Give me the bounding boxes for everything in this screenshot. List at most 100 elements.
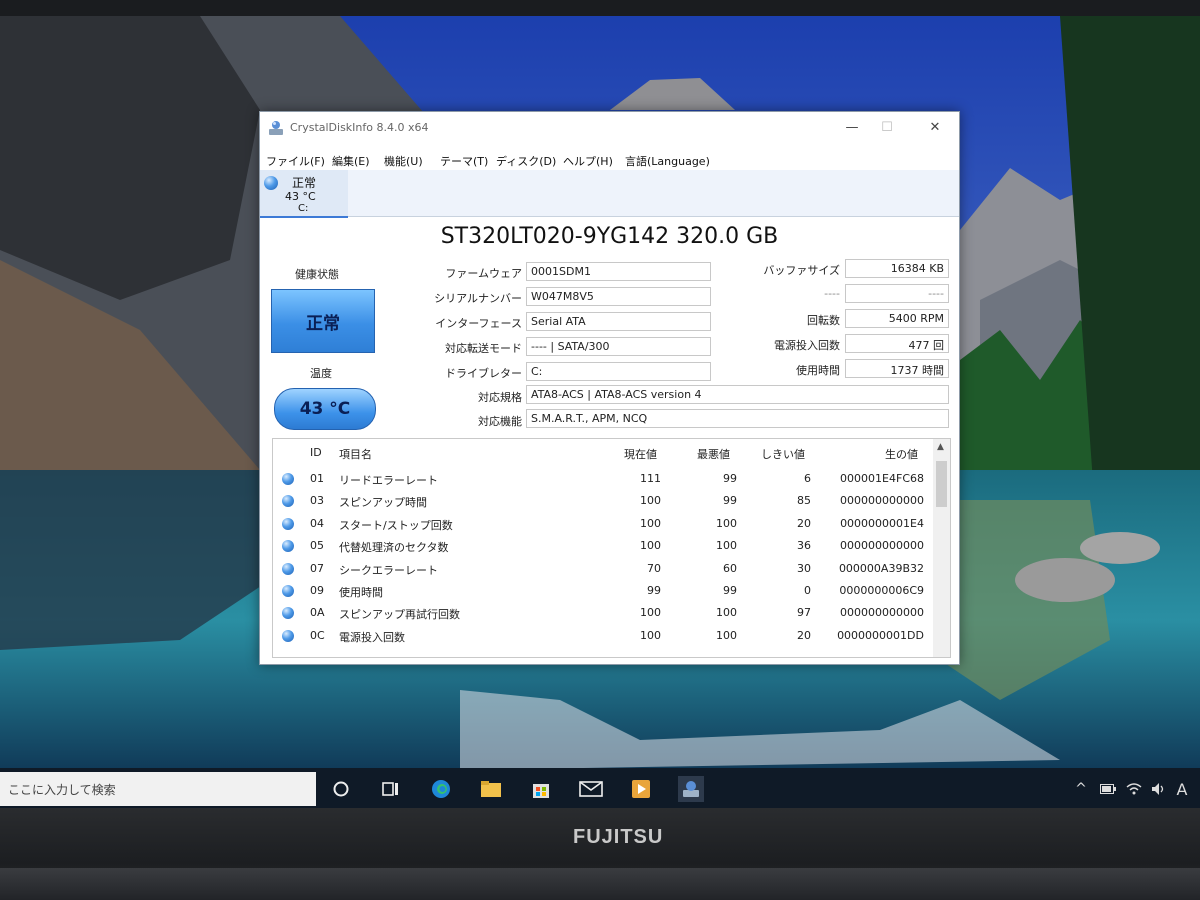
- rotation-value: 5400 RPM: [845, 309, 949, 328]
- cell-attribute-name: スピンアップ時間: [339, 496, 427, 510]
- cell-current: 100: [640, 516, 661, 530]
- cell-id: 04: [310, 516, 324, 530]
- power-on-count-label: 電源投入回数: [774, 339, 840, 352]
- cell-id: 01: [310, 472, 324, 485]
- cell-threshold: 6: [804, 472, 811, 485]
- cell-attribute-name: 使用時間: [339, 586, 383, 599]
- title-bar[interactable]: CrystalDiskInfo 8.4.0 x64 — ☐ ✕: [260, 112, 959, 144]
- unused-label: ----: [824, 287, 840, 300]
- menu-edit[interactable]: 編集(E): [332, 153, 370, 169]
- disk-model-title: ST320LT020-9YG142 320.0 GB: [440, 224, 779, 249]
- disk-tab-c[interactable]: 正常 43 °C C:: [260, 170, 348, 218]
- cell-id: 09: [310, 584, 324, 597]
- temperature-label: 温度: [310, 367, 332, 380]
- battery-icon[interactable]: [1098, 776, 1118, 802]
- taskbar-search-box[interactable]: ここに入力して検索: [0, 772, 316, 806]
- cell-id: 05: [310, 539, 324, 553]
- menu-function[interactable]: 機能(U): [384, 153, 423, 169]
- table-row[interactable]: 0C 電源投入回数 100 100 20 0000000001DD: [273, 625, 931, 647]
- cell-raw-value: 000001E4FC68: [840, 472, 924, 485]
- menu-help[interactable]: ヘルプ(H): [563, 153, 613, 169]
- status-ball-icon: [282, 495, 294, 508]
- status-ball-icon: [282, 473, 294, 485]
- table-row[interactable]: 07 シークエラーレート 70 60 30 000000A39B32: [273, 558, 931, 580]
- cell-threshold: 20: [797, 628, 811, 642]
- crystaldiskinfo-window[interactable]: CrystalDiskInfo 8.4.0 x64 — ☐ ✕ ファイル(F) …: [259, 111, 960, 665]
- cell-current: 70: [647, 561, 661, 575]
- minimize-button[interactable]: —: [832, 114, 872, 140]
- firmware-label: ファームウェア: [445, 267, 522, 280]
- cell-raw-value: 000000000000: [840, 494, 924, 508]
- disk-tab-letter: C:: [298, 203, 309, 214]
- buffer-size-value: 16384 KB: [845, 259, 949, 278]
- table-row[interactable]: 09 使用時間 99 99 0 0000000006C9: [273, 580, 931, 602]
- cell-raw-value: 0000000001DD: [837, 628, 924, 642]
- cell-worst: 100: [716, 539, 737, 553]
- cell-current: 100: [640, 494, 661, 508]
- crystaldiskinfo-taskbar-icon[interactable]: [678, 776, 704, 802]
- cell-worst: 99: [723, 472, 737, 485]
- status-ball-icon: [282, 607, 294, 620]
- cell-threshold: 20: [797, 516, 811, 530]
- task-view-icon[interactable]: [378, 776, 404, 802]
- cell-worst: 100: [716, 516, 737, 530]
- menu-file[interactable]: ファイル(F): [266, 153, 325, 169]
- health-status-button[interactable]: 正常: [271, 289, 375, 353]
- interface-label: インターフェース: [435, 317, 522, 330]
- wifi-icon[interactable]: [1124, 776, 1144, 802]
- table-scrollbar[interactable]: ▲: [933, 439, 950, 657]
- cell-worst: 100: [716, 628, 737, 642]
- show-hidden-icons-icon[interactable]: ^: [1072, 776, 1090, 802]
- header-worst: 最悪値: [697, 448, 730, 461]
- cell-current: 99: [647, 584, 661, 597]
- cortana-icon[interactable]: [328, 776, 354, 802]
- cell-threshold: 0: [804, 584, 811, 597]
- edge-browser-icon[interactable]: [428, 776, 454, 802]
- media-player-icon[interactable]: [628, 776, 654, 802]
- status-ball-icon: [282, 517, 294, 530]
- cell-attribute-name: リードエラーレート: [339, 474, 438, 487]
- standard-value: ATA8-ACS | ATA8-ACS version 4: [526, 385, 949, 404]
- cell-current: 100: [640, 606, 661, 620]
- header-threshold: しきい値: [761, 448, 805, 461]
- cell-worst: 99: [723, 494, 737, 508]
- scrollbar-thumb[interactable]: [936, 461, 947, 507]
- transfer-mode-label: 対応転送モード: [445, 342, 522, 355]
- search-placeholder: ここに入力して検索: [8, 783, 116, 797]
- window-title: CrystalDiskInfo 8.4.0 x64: [290, 121, 429, 134]
- transfer-mode-value: ---- | SATA/300: [526, 337, 711, 356]
- scroll-up-icon[interactable]: ▲: [937, 442, 944, 452]
- speaker-icon[interactable]: [1149, 776, 1169, 802]
- smart-attributes-table[interactable]: ID 項目名 現在値 最悪値 しきい値 生の値 01 リードエラーレート 111 99…: [272, 438, 951, 658]
- cell-raw-value: 0000000006C9: [839, 584, 924, 597]
- table-row[interactable]: 01 リードエラーレート 111 99 6 000001E4FC68: [273, 468, 931, 490]
- header-current: 現在値: [624, 448, 657, 461]
- ime-indicator[interactable]: A: [1172, 776, 1192, 802]
- cell-worst: 100: [716, 606, 737, 620]
- table-row[interactable]: 04 スタート/ストップ回数 100 100 20 0000000001E4: [273, 513, 931, 535]
- menu-theme[interactable]: テーマ(T): [440, 153, 488, 169]
- menu-disk[interactable]: ディスク(D): [496, 153, 556, 169]
- close-button[interactable]: ✕: [915, 114, 955, 140]
- features-label: 対応機能: [478, 415, 522, 428]
- maximize-button[interactable]: ☐: [867, 114, 907, 140]
- unused-value: ----: [845, 284, 949, 303]
- firmware-value: 0001SDM1: [526, 262, 711, 281]
- temperature-button[interactable]: 43 °C: [274, 388, 376, 430]
- menu-language[interactable]: 言語(Language): [625, 153, 710, 169]
- cell-attribute-name: シークエラーレート: [339, 563, 438, 577]
- table-row[interactable]: 03 スピンアップ時間 100 99 85 000000000000: [273, 490, 931, 512]
- table-row[interactable]: 05 代替処理済のセクタ数 100 100 36 000000000000: [273, 535, 931, 557]
- rotation-label: 回転数: [807, 314, 840, 327]
- health-label: 健康状態: [295, 268, 339, 281]
- cell-attribute-name: 電源投入回数: [339, 630, 405, 644]
- microsoft-store-icon[interactable]: [528, 776, 554, 802]
- header-raw-value: 生の値: [885, 448, 918, 461]
- cell-current: 100: [640, 628, 661, 642]
- table-row[interactable]: 0A スピンアップ再試行回数 100 100 97 000000000000: [273, 602, 931, 624]
- cell-current: 100: [640, 539, 661, 553]
- cell-worst: 60: [723, 561, 737, 575]
- file-explorer-icon[interactable]: [478, 776, 504, 802]
- mail-icon[interactable]: [578, 776, 604, 802]
- cell-raw-value: 000000000000: [840, 606, 924, 620]
